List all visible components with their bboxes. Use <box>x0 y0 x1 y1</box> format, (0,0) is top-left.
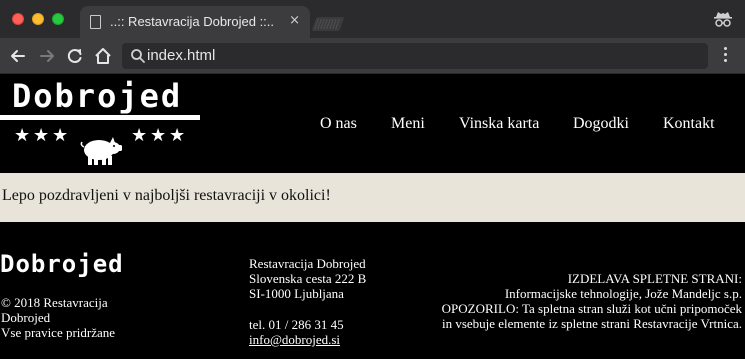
nav-link-vinska-karta[interactable]: Vinska karta <box>459 115 539 133</box>
incognito-icon <box>714 12 732 27</box>
phone-number: tel. 01 / 286 31 45 <box>249 317 344 332</box>
browser-toolbar: index.html <box>0 38 745 74</box>
star-icon: ★ <box>14 125 31 146</box>
welcome-text: Lepo pozdravljeni v najboljši restavraci… <box>2 187 331 204</box>
footer-credits: IZDELAVA SPLETNE STRANI: Informacijske t… <box>442 271 742 331</box>
document-icon <box>90 15 101 29</box>
back-arrow-icon[interactable] <box>7 45 29 67</box>
star-icon: ★ <box>131 125 148 146</box>
window-maximize-button[interactable] <box>52 13 64 25</box>
search-icon <box>131 49 145 63</box>
browser-tab[interactable]: ..:: Restavracija Dobrojed ::.. × <box>80 6 310 38</box>
forward-arrow-icon[interactable] <box>36 45 58 67</box>
site-header: Dobrojed ★ ★ ★ ★ ★ ★ O nas Meni Vinska k… <box>0 75 745 173</box>
nav-link-dogodki[interactable]: Dogodki <box>573 115 629 133</box>
site-logo[interactable]: Dobrojed <box>12 77 182 115</box>
address-text: index.html <box>147 47 216 64</box>
copyright-line: Dobrojed <box>1 310 51 325</box>
star-icon: ★ <box>52 125 69 146</box>
footer-address: Restavracija Dobrojed Slovenska cesta 22… <box>249 256 366 301</box>
credits-line: OPOZORILO: Ta spletna stran služi kot uč… <box>441 301 742 316</box>
nav-link-meni[interactable]: Meni <box>391 115 425 133</box>
credits-line: Informacijske tehnologije, Jože Mandeljc… <box>504 286 742 301</box>
welcome-banner: Lepo pozdravljeni v najboljši restavraci… <box>0 173 745 222</box>
footer-copyright: © 2018 Restavracija Dobrojed Vse pravice… <box>1 295 121 340</box>
star-icon: ★ <box>33 125 50 146</box>
copyright-line: Vse pravice pridržane <box>1 325 116 340</box>
window-minimize-button[interactable] <box>32 13 44 25</box>
footer-logo: Dobrojed <box>0 250 124 278</box>
credits-line: IZDELAVA SPLETNE STRANI: <box>567 271 742 286</box>
new-tab-texture <box>314 19 342 29</box>
address-line: Slovenska cesta 222 B <box>249 271 367 286</box>
tab-close-icon[interactable]: × <box>289 13 300 28</box>
address-bar[interactable]: index.html <box>122 43 708 69</box>
footer-contact: tel. 01 / 286 31 45 info@dobrojed.si <box>249 317 344 347</box>
address-line: SI-1000 Ljubljana <box>249 286 344 301</box>
star-icon: ★ <box>150 125 167 146</box>
tab-title: ..:: Restavracija Dobrojed ::.. <box>110 14 275 29</box>
pig-icon <box>80 137 122 165</box>
email-link[interactable]: info@dobrojed.si <box>249 332 344 347</box>
credits-line: in vsebuje elemente iz spletne strani Re… <box>441 316 742 331</box>
logo-underline <box>0 115 200 120</box>
nav-link-kontakt[interactable]: Kontakt <box>663 115 715 133</box>
copyright-line: © 2018 Restavracija <box>1 295 108 310</box>
home-icon[interactable] <box>92 45 114 67</box>
reload-icon[interactable] <box>64 45 86 67</box>
window-close-button[interactable] <box>12 13 24 25</box>
browser-menu-icon[interactable] <box>722 47 730 65</box>
address-line: Restavracija Dobrojed <box>249 256 366 271</box>
browser-titlebar: ..:: Restavracija Dobrojed ::.. × <box>0 0 745 38</box>
web-page: Dobrojed ★ ★ ★ ★ ★ ★ O nas Meni Vinska k… <box>0 75 745 359</box>
nav-link-o-nas[interactable]: O nas <box>320 115 357 133</box>
star-icon: ★ <box>169 125 186 146</box>
site-footer: Dobrojed © 2018 Restavracija Dobrojed Vs… <box>0 222 745 359</box>
